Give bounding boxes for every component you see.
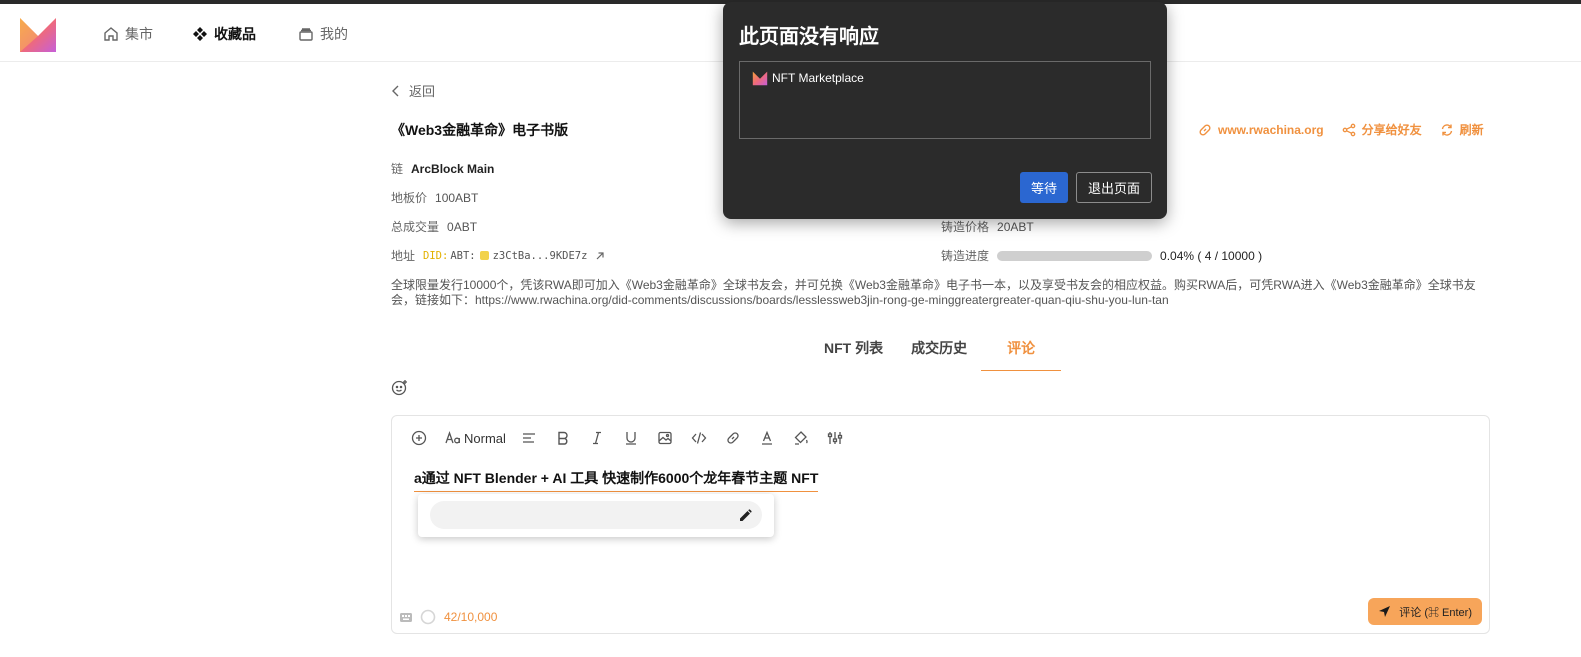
website-label: www.rwachina.org <box>1218 122 1324 137</box>
volume-value: 0ABT <box>447 219 478 234</box>
code-icon <box>691 432 707 444</box>
collection-actions: www.rwachina.org 分享给好友 刷新 <box>1198 121 1484 138</box>
did-value: z3CtBa...9KDE7z <box>492 249 588 262</box>
editor-footer: 42/10,000 <box>400 609 497 625</box>
did-prefix: DID: <box>423 249 449 262</box>
send-icon <box>1379 606 1391 617</box>
marketplace-logo[interactable] <box>18 14 58 54</box>
collection-description: 全球限量发行10000个，凭该RWA即可加入《Web3金融革命》全球书友会，并可… <box>391 278 1476 307</box>
wait-button[interactable]: 等待 <box>1020 172 1068 203</box>
keyboard-icon[interactable] <box>400 612 412 622</box>
dialog-title: 此页面没有响应 <box>739 26 879 48</box>
settings-button[interactable] <box>818 428 852 448</box>
bold-button[interactable] <box>546 428 580 448</box>
floor-price-row: 地板价 100ABT <box>391 189 478 206</box>
mint-price-value: 20ABT <box>997 219 1034 234</box>
align-button[interactable] <box>512 428 546 448</box>
code-button[interactable] <box>682 428 716 448</box>
text-color-icon <box>761 430 772 445</box>
plus-circle-icon <box>411 430 427 446</box>
mint-progress-bar <box>997 250 1153 261</box>
wallet-icon <box>299 28 313 41</box>
link-button[interactable] <box>716 428 750 448</box>
share-label: 分享给好友 <box>1361 123 1422 137</box>
refresh-label: 刷新 <box>1459 123 1484 137</box>
link-popover <box>418 494 774 537</box>
editor-toolbar: Normal <box>402 428 852 448</box>
align-left-icon <box>522 433 535 443</box>
pencil-icon[interactable] <box>738 507 754 523</box>
bold-icon <box>558 431 568 445</box>
site-favicon-icon <box>752 71 768 86</box>
comment-editor: Normal a通过 NFT Blender + AI 工具 快速制作6000个… <box>391 415 1490 634</box>
underline-icon <box>625 432 636 445</box>
nav-mine-label: 我的 <box>320 26 348 42</box>
floor-price-label: 地板价 <box>391 191 428 205</box>
page-unresponsive-dialog: 此页面没有响应 NFT Marketplace 等待 退出页面 <box>723 2 1167 219</box>
address-row: 地址 DID: ABT: z3CtBa...9KDE7z <box>391 247 605 264</box>
share-button[interactable]: 分享给好友 <box>1342 121 1422 138</box>
volume-row: 总成交量 0ABT <box>391 218 477 235</box>
mint-price-label: 铸造价格 <box>941 220 990 234</box>
tab-trade-history[interactable]: 成交历史 <box>897 334 981 371</box>
link-icon <box>727 432 739 444</box>
did-address[interactable]: DID: ABT: z3CtBa...9KDE7z <box>423 250 587 262</box>
mint-progress-label: 铸造进度 <box>941 249 990 263</box>
chain-label: 链 <box>391 162 404 176</box>
detail-tabs: NFT 列表 成交历史 评论 <box>810 334 1062 371</box>
submit-comment-button[interactable]: 评论 (⌘ Enter) <box>1368 598 1482 625</box>
format-select[interactable]: Normal <box>464 431 506 446</box>
paint-bucket-icon <box>794 431 808 445</box>
nav-mine[interactable]: 我的 <box>298 24 348 44</box>
mint-price-row: 铸造价格 20ABT <box>941 218 1034 235</box>
link-icon <box>1199 123 1211 136</box>
chevron-left-icon <box>392 85 399 96</box>
refresh-button[interactable]: 刷新 <box>1440 121 1484 138</box>
link-url-input[interactable] <box>430 501 762 529</box>
nav-market-label: 集市 <box>125 26 153 42</box>
char-count: 42/10,000 <box>444 610 498 624</box>
chain-row: 链 ArcBlock Main <box>391 160 494 177</box>
collection-title: 《Web3金融革命》电子书版 <box>391 122 569 138</box>
text-color-button[interactable] <box>750 428 784 448</box>
italic-button[interactable] <box>580 428 614 448</box>
tab-nft-list[interactable]: NFT 列表 <box>810 334 897 371</box>
italic-icon <box>592 431 601 445</box>
image-icon <box>658 431 672 445</box>
image-button[interactable] <box>648 428 682 448</box>
chain-value: ArcBlock Main <box>411 161 495 176</box>
did-avatar-icon <box>479 251 489 260</box>
mint-progress-row: 铸造进度 0.04% ( 4 / 10000 ) <box>941 247 1262 264</box>
underline-button[interactable] <box>614 428 648 448</box>
tab-comments[interactable]: 评论 <box>981 334 1062 371</box>
website-link[interactable]: www.rwachina.org <box>1198 121 1324 138</box>
nav-collections-label: 收藏品 <box>214 26 256 42</box>
home-icon <box>104 27 118 41</box>
editor-content[interactable]: a通过 NFT Blender + AI 工具 快速制作6000个龙年春节主题 … <box>414 468 819 492</box>
nav-collections[interactable]: 收藏品 <box>192 24 256 44</box>
diamond-grid-icon <box>193 27 207 41</box>
share-icon <box>1342 123 1355 136</box>
unresponsive-page-name: NFT Marketplace <box>772 71 864 85</box>
unresponsive-page-item: NFT Marketplace <box>752 70 864 86</box>
unresponsive-page-list: NFT Marketplace <box>739 61 1151 139</box>
volume-label: 总成交量 <box>391 220 440 234</box>
refresh-icon <box>1441 123 1452 136</box>
submit-label: 评论 (⌘ Enter) <box>1399 606 1472 619</box>
exit-page-button[interactable]: 退出页面 <box>1076 172 1152 203</box>
char-count-ring-icon <box>420 609 436 625</box>
nav-market[interactable]: 集市 <box>103 24 153 44</box>
back-link[interactable]: 返回 <box>391 81 435 100</box>
external-link-icon[interactable] <box>595 251 605 261</box>
highlight-button[interactable] <box>784 428 818 448</box>
sliders-icon <box>827 432 843 444</box>
font-size-icon <box>445 431 460 444</box>
address-label: 地址 <box>391 249 416 263</box>
back-label: 返回 <box>409 84 436 99</box>
add-reaction-icon[interactable] <box>391 379 408 396</box>
mint-progress-text: 0.04% ( 4 / 10000 ) <box>1160 248 1263 263</box>
did-type: ABT: <box>450 249 476 262</box>
floor-price-value: 100ABT <box>435 190 479 205</box>
insert-button[interactable] <box>402 428 436 448</box>
